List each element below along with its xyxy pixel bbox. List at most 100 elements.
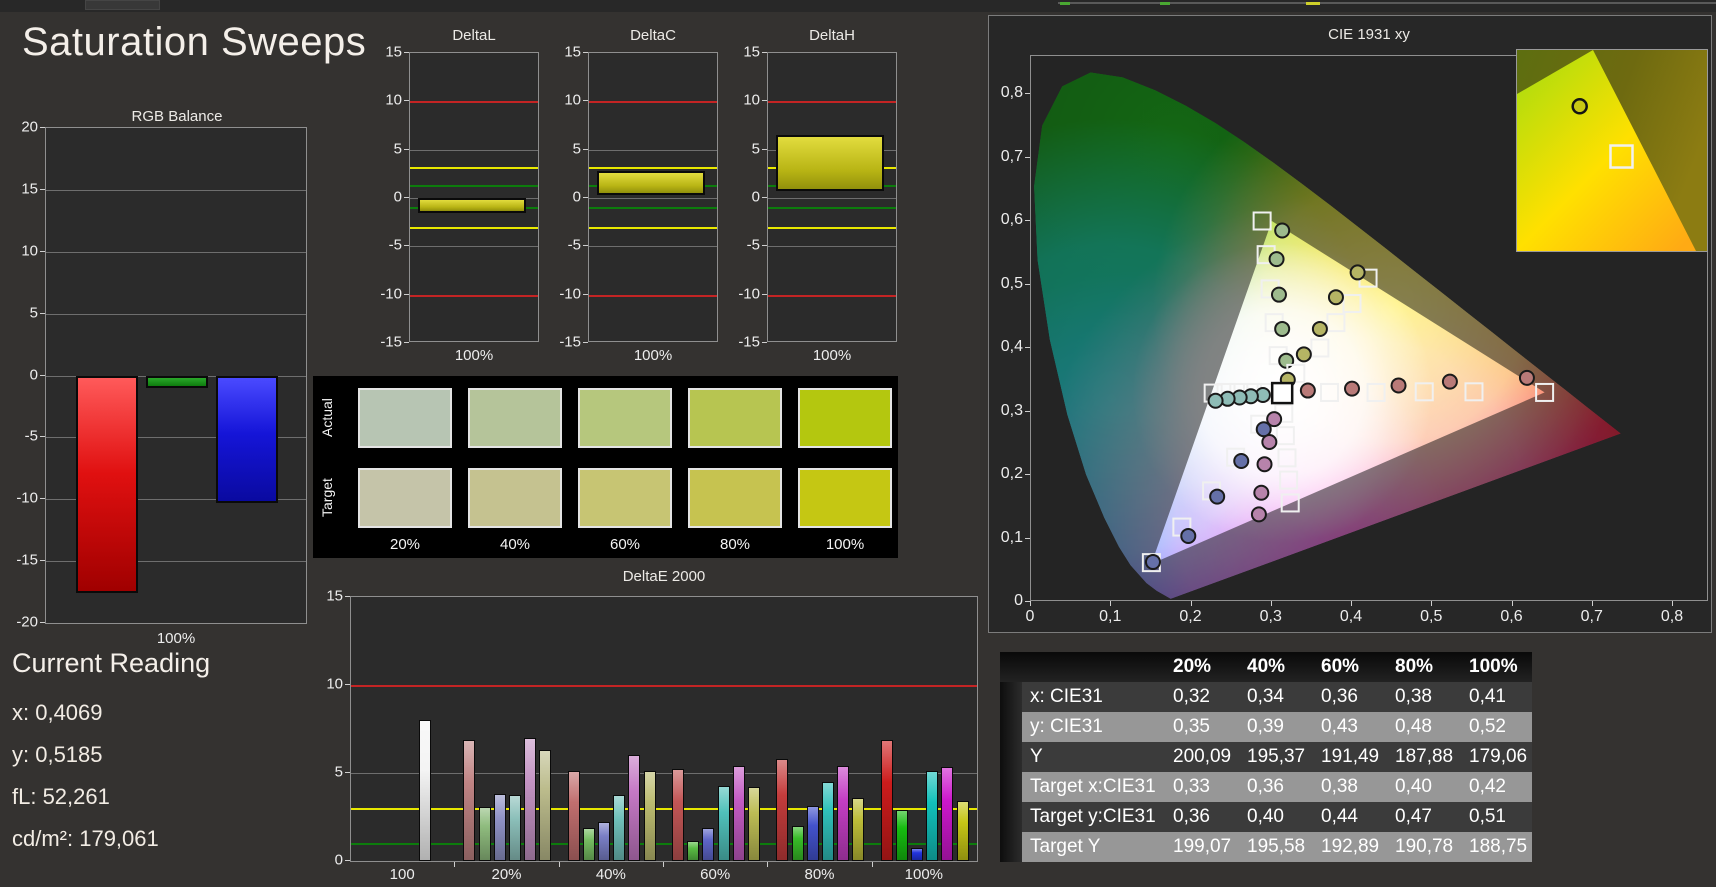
y-tick	[345, 860, 350, 861]
y-tick	[40, 374, 45, 376]
deltae-ylabel: 10	[326, 675, 343, 693]
table-cell: 195,37	[1239, 742, 1313, 772]
swatch-col-label: 60%	[609, 536, 641, 553]
limit-line-yellow_hi	[410, 167, 538, 170]
table-gutter	[1000, 832, 1022, 862]
cie-y-tick	[1025, 220, 1030, 221]
cie-x-tick	[1431, 601, 1433, 606]
table-cell: 0,47	[1387, 802, 1461, 832]
table-gutter	[1000, 802, 1022, 832]
deltae-bar	[732, 765, 745, 861]
deltae-bar	[702, 827, 715, 861]
table-row-label: y: CIE31	[1022, 712, 1165, 742]
limit-line-red_lo	[410, 294, 538, 297]
y-tick	[583, 100, 588, 102]
swatch-target-100%	[798, 468, 892, 528]
deltae-chart	[350, 596, 978, 862]
top-toolbar-edge	[0, 0, 1716, 12]
cie-ylabel: 0,5	[1000, 274, 1023, 292]
table-cell: 0,35	[1165, 712, 1239, 742]
rgb-bar-red	[76, 375, 138, 594]
delta-ylabel: 5	[751, 140, 760, 158]
y-tick	[40, 250, 45, 252]
delta-ylabel: -10	[559, 285, 581, 303]
cie-measured-red	[1299, 382, 1316, 399]
table-cell: 0,51	[1461, 802, 1532, 832]
y-tick	[583, 245, 588, 247]
cie-ylabel: 0	[1014, 592, 1023, 609]
table-cell: 191,49	[1313, 742, 1387, 772]
delta-ylabel: -15	[738, 333, 760, 351]
y-tick	[40, 127, 45, 128]
swatch-target-40%	[468, 468, 562, 528]
table-cell: 0,41	[1461, 682, 1532, 712]
limit-line-red_lo	[768, 294, 896, 297]
toolbar-green-mark-2	[1160, 2, 1170, 5]
limit-line-red_hi	[768, 101, 896, 104]
y-tick	[762, 245, 767, 247]
gridline	[46, 189, 306, 191]
cie-measured-red	[1344, 380, 1360, 397]
swatch-actual-100%	[798, 388, 892, 448]
table-cell: 200,09	[1165, 742, 1239, 772]
rgb-ylabel: 5	[29, 304, 38, 322]
cie-ylabel: 0,6	[1000, 211, 1023, 228]
cie-measured-green	[1270, 286, 1287, 303]
gridline	[46, 251, 306, 253]
toolbar-divider	[1058, 2, 1716, 4]
rgb-ylabel: 20	[21, 118, 38, 136]
swatch-col-label: 80%	[719, 536, 751, 553]
swatch-actual-40%	[468, 388, 562, 448]
cie-xlabel: 0,1	[1099, 608, 1122, 625]
deltae-xlabel-40%: 40%	[595, 866, 626, 883]
delta-ylabel: 0	[751, 188, 760, 206]
swatch-target-80%	[688, 468, 782, 528]
x-tick	[663, 862, 664, 867]
table-header-40%: 40%	[1239, 652, 1313, 682]
delta-xlabel: 100%	[633, 347, 673, 364]
y-tick	[762, 100, 767, 102]
y-tick	[762, 52, 767, 53]
deltae-bar	[419, 720, 432, 861]
deltae-bar	[837, 765, 850, 861]
table-cell: 0,42	[1461, 772, 1532, 802]
cie-x-tick	[1672, 601, 1673, 606]
cie-white-point	[1270, 381, 1294, 405]
table-cell: 195,58	[1239, 832, 1313, 862]
deltae-bar	[643, 771, 656, 861]
cie-y-tick	[1025, 410, 1030, 412]
y-tick	[40, 188, 45, 190]
swatch-actual-20%	[358, 388, 452, 448]
table-header-60%: 60%	[1313, 652, 1387, 682]
cie-x-tick	[1030, 601, 1031, 606]
current-reading-y: y: 0,5185	[12, 742, 103, 767]
cie-x-tick	[1190, 601, 1192, 606]
swatch-target-60%	[578, 468, 672, 528]
limit-line-green_lo	[768, 206, 896, 209]
table-gutter	[1000, 742, 1022, 772]
cie-measured-yellow	[1311, 320, 1328, 337]
table-header-20%: 20%	[1165, 652, 1239, 682]
measurement-table: 20% 40% 60% 80% 100% x: CIE31 0,32 0,34 0,36 0,38…	[1000, 652, 1532, 862]
cie-xlabel: 0,2	[1179, 608, 1202, 625]
current-reading-title: Current Reading	[12, 648, 211, 678]
deltae-ylabel: 0	[334, 851, 343, 869]
cie-measured-magenta	[1253, 484, 1270, 501]
y-tick	[404, 197, 409, 198]
limit-line-green_hi	[410, 185, 538, 188]
cie-ylabel: 0,3	[1000, 401, 1023, 419]
cie-ylabel: 0,4	[1000, 338, 1023, 355]
deltae-ylabel: 15	[326, 587, 343, 605]
table-cell: 0,36	[1165, 802, 1239, 832]
deltae-bar	[539, 750, 552, 861]
table-cell: 179,06	[1461, 742, 1532, 772]
rgb-ylabel: 15	[21, 180, 38, 198]
delta-bar	[418, 198, 526, 213]
table-cell: 0,48	[1387, 712, 1461, 742]
deltae-bar	[463, 739, 476, 861]
table-row-label: Target y:CIE31	[1022, 802, 1165, 832]
cie-ylabel: 0,8	[1000, 84, 1023, 101]
deltae-bar	[478, 807, 491, 861]
cie-ylabel: 0,2	[1000, 465, 1023, 482]
cie-measured-magenta	[1256, 456, 1273, 473]
